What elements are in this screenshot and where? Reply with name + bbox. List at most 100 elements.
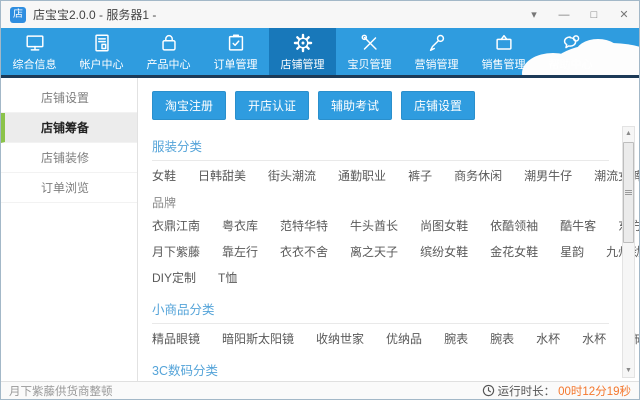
window-title: 店宝宝2.0.0 - 服务器1 - — [33, 8, 157, 22]
category-item[interactable]: 街头潮流 — [268, 167, 316, 184]
status-message: 月下紫藤供货商整顿 — [9, 385, 113, 398]
scroll-up-icon[interactable]: ▲ — [623, 127, 634, 140]
nav-item-help-center[interactable]: 帮助中心 — [537, 28, 604, 75]
category-item[interactable]: 水杯 — [536, 330, 560, 347]
category-item[interactable]: 精品眼镜 — [152, 330, 200, 347]
category-item[interactable]: 水杯 — [582, 330, 606, 347]
nav-item-label: 宝贝管理 — [347, 58, 392, 71]
nav-item-account-center[interactable]: 帐户中心 — [68, 28, 135, 75]
maximize-button[interactable]: □ — [579, 1, 609, 28]
scrollbar-grip — [625, 189, 632, 196]
nav-item-item-management[interactable]: 宝贝管理 — [336, 28, 403, 75]
main-area: 店铺设置 店铺筹备 店铺装修 订单浏览 淘宝注册 开店认证 辅助考试 店铺设置 服装分类 女鞋… — [1, 78, 639, 381]
taobao-register-button[interactable]: 淘宝注册 — [152, 91, 227, 120]
category-item[interactable]: 靠左行 — [222, 243, 258, 260]
category-item[interactable]: 尚图女鞋 — [420, 217, 468, 234]
document-icon — [91, 32, 113, 54]
category-row: 衣鼎江南粤衣库范特华特牛头酋长尚图女鞋依酷领袖酷牛客东方大小姐布居衣阁彩色格调雅… — [152, 211, 639, 237]
category-item[interactable]: 收纳世家 — [316, 330, 364, 347]
sidebar: 店铺设置 店铺筹备 店铺装修 订单浏览 — [1, 78, 138, 381]
microphone-icon — [426, 32, 448, 54]
category-item[interactable]: DIY定制 — [152, 269, 196, 286]
category-item[interactable]: 酷牛客 — [560, 217, 596, 234]
toolbar: 淘宝注册 开店认证 辅助考试 店铺设置 — [152, 91, 609, 120]
category-item[interactable]: 腕表 — [444, 330, 468, 347]
section-clothing: 服装分类女鞋日韩甜美街头潮流通勤职业裤子商务休闲潮男牛仔潮流女裤时尚新秀品牌衣鼎… — [152, 134, 639, 289]
category-item[interactable]: 暗阳斯太阳镜 — [222, 330, 294, 347]
category-item[interactable]: 月下紫藤 — [152, 243, 200, 260]
nav-item-overview[interactable]: 综合信息 — [1, 28, 68, 75]
runtime-indicator: 运行时长： 00时12分19秒 — [482, 383, 631, 399]
category-row: 女鞋日韩甜美街头潮流通勤职业裤子商务休闲潮男牛仔潮流女裤时尚新秀 — [152, 161, 639, 187]
runtime-label: 运行时长： — [497, 385, 556, 398]
clock-icon — [482, 384, 494, 397]
status-bar: 月下紫藤供货商整顿 运行时长： 00时12分19秒 — [1, 381, 639, 399]
assist-exam-button[interactable]: 辅助考试 — [318, 91, 393, 120]
chat-icon — [560, 32, 582, 54]
sections: 服装分类女鞋日韩甜美街头潮流通勤职业裤子商务休闲潮男牛仔潮流女裤时尚新秀品牌衣鼎… — [152, 134, 639, 381]
title-bar: 店 店宝宝2.0.0 - 服务器1 - ▾ — □ ✕ — [1, 1, 639, 28]
close-icon: ✕ — [619, 9, 629, 21]
nav-item-label: 帐户中心 — [79, 58, 124, 71]
minimize-icon: — — [558, 8, 570, 21]
scrollbar-track[interactable] — [623, 140, 634, 364]
category-item[interactable]: 裤子 — [408, 167, 432, 184]
category-item[interactable]: 女鞋 — [152, 167, 176, 184]
close-button[interactable]: ✕ — [609, 1, 639, 28]
category-item[interactable]: 牛头酋长 — [350, 217, 398, 234]
sidebar-item-order-browse[interactable]: 订单浏览 — [1, 173, 137, 203]
shop-certification-button[interactable]: 开店认证 — [235, 91, 310, 120]
skin-arrow-icon: ▾ — [531, 9, 537, 21]
category-item[interactable]: 金花女鞋 — [490, 243, 538, 260]
category-item[interactable]: 范特华特 — [280, 217, 328, 234]
category-item[interactable]: T恤 — [218, 269, 237, 286]
category-item[interactable]: 星韵 — [560, 243, 584, 260]
scrollbar-thumb[interactable] — [623, 142, 634, 243]
monitor-icon — [24, 32, 46, 54]
app-window: 店 店宝宝2.0.0 - 服务器1 - ▾ — □ ✕ 综合信息 帐户中心 产品中心 订单管… — [0, 0, 640, 400]
category-item[interactable]: 离之天子 — [350, 243, 398, 260]
category-item[interactable]: 腕表 — [490, 330, 514, 347]
category-item[interactable]: 潮男牛仔 — [524, 167, 572, 184]
section-title: 3C数码分类 — [152, 358, 609, 381]
nav-item-label: 产品中心 — [146, 58, 191, 71]
section-3c-digital: 3C数码分类手机通讯类手机通讯类个人影音设备个人影音设备电脑周边外设电脑周边外设… — [152, 358, 609, 381]
nav-item-label: 营销管理 — [414, 58, 459, 71]
tools-icon — [359, 32, 381, 54]
nav-item-label: 店铺管理 — [280, 58, 325, 71]
runtime-value: 00时12分19秒 — [558, 385, 631, 398]
category-item[interactable]: 缤纷女鞋 — [420, 243, 468, 260]
nav-item-marketing-management[interactable]: 营销管理 — [403, 28, 470, 75]
sidebar-item-shop-decoration[interactable]: 店铺装修 — [1, 143, 137, 173]
vertical-scrollbar[interactable]: ▲ ▼ — [622, 126, 635, 378]
window-controls: ▾ — □ ✕ — [519, 1, 639, 28]
app-logo-icon: 店 — [10, 6, 26, 23]
skin-button[interactable]: ▾ — [519, 1, 549, 28]
minimize-button[interactable]: — — [549, 1, 579, 28]
gear-icon — [292, 32, 314, 54]
category-item[interactable]: 通勤职业 — [338, 167, 386, 184]
category-item[interactable]: 依酷领袖 — [490, 217, 538, 234]
nav-item-product-center[interactable]: 产品中心 — [135, 28, 202, 75]
nav-item-label: 销售管理 — [481, 58, 526, 71]
section-title: 小商品分类 — [152, 297, 609, 324]
nav-item-sales-management[interactable]: 销售管理 — [470, 28, 537, 75]
category-item[interactable]: 衣鼎江南 — [152, 217, 200, 234]
nav-item-label: 订单管理 — [213, 58, 258, 71]
content-area: 淘宝注册 开店认证 辅助考试 店铺设置 服装分类女鞋 日韩甜美 街头潮流 通勤职业 裤子 商务休… — [138, 78, 639, 381]
shop-settings-button[interactable]: 店铺设置 — [401, 91, 476, 120]
category-item[interactable]: 粤衣库 — [222, 217, 258, 234]
category-item[interactable]: 商务休闲 — [454, 167, 502, 184]
clipboard-icon — [225, 32, 247, 54]
section-title: 服装分类 — [152, 134, 609, 161]
sidebar-item-shop-preparation[interactable]: 店铺筹备 — [1, 113, 137, 143]
nav-item-shop-management[interactable]: 店铺管理 — [269, 28, 336, 75]
category-item[interactable]: 衣衣不舍 — [280, 243, 328, 260]
category-item[interactable]: 日韩甜美 — [198, 167, 246, 184]
sidebar-item-shop-settings[interactable]: 店铺设置 — [1, 83, 137, 113]
category-row: 月下紫藤靠左行衣衣不舍离之天子缤纷女鞋金花女鞋星韵九州劲狐狸 — [152, 237, 639, 263]
category-item[interactable]: 优纳品 — [386, 330, 422, 347]
nav-item-label: 帮助中心 — [548, 58, 593, 71]
scroll-down-icon[interactable]: ▼ — [623, 364, 634, 377]
nav-item-order-management[interactable]: 订单管理 — [202, 28, 269, 75]
